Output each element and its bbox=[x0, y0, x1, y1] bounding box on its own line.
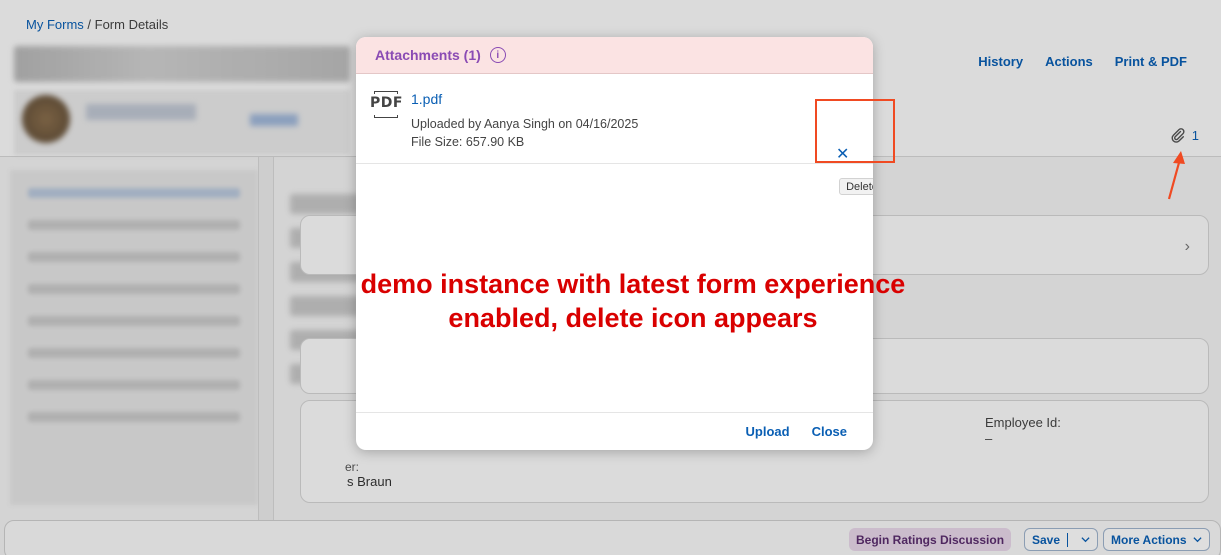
highlight-box bbox=[815, 99, 895, 163]
close-button[interactable]: Close bbox=[812, 424, 847, 439]
annotation-text: demo instance with latest form experienc… bbox=[326, 267, 940, 335]
attachment-item: PDF 1.pdf Uploaded by Aanya Singh on 04/… bbox=[356, 74, 873, 195]
info-icon[interactable]: i bbox=[489, 47, 506, 63]
upload-button[interactable]: Upload bbox=[746, 424, 790, 439]
delete-tooltip: Delete bbox=[839, 178, 873, 195]
attachment-file-link[interactable]: 1.pdf bbox=[411, 91, 442, 107]
attachments-dialog: Attachments (1) i PDF 1.pdf Uploaded by … bbox=[356, 37, 873, 450]
annotation-arrow bbox=[1167, 151, 1185, 200]
attachment-uploaded-by: Uploaded by Aanya Singh on 04/16/2025 bbox=[411, 117, 639, 131]
dialog-footer: Upload Close bbox=[356, 412, 873, 450]
dialog-header: Attachments (1) i bbox=[356, 37, 873, 74]
pdf-icon: PDF bbox=[370, 90, 402, 122]
dialog-title: Attachments (1) bbox=[375, 47, 481, 63]
annotation-line-1: demo instance with latest form experienc… bbox=[360, 269, 906, 299]
attachment-file-size: File Size: 657.90 KB bbox=[411, 135, 525, 149]
annotation-line-2: enabled, delete icon appears bbox=[448, 303, 818, 333]
